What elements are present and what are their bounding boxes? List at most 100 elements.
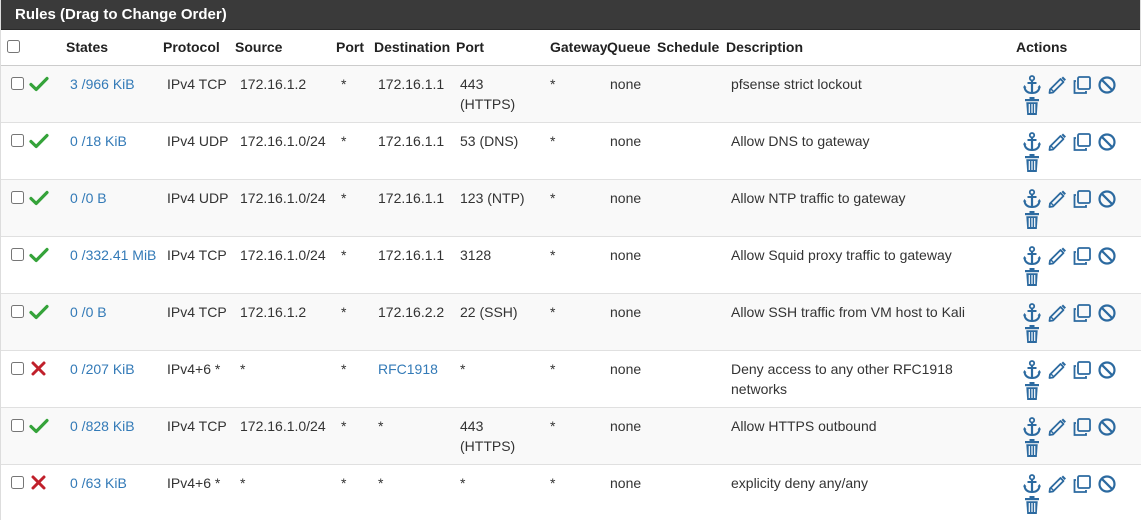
copy-icon[interactable] [1072,132,1092,152]
states-link[interactable]: 0 /828 KiB [70,418,135,434]
select-all-checkbox[interactable] [7,40,20,53]
pencil-icon[interactable] [1047,132,1067,152]
states-link[interactable]: 0 /332.41 MiB [70,247,156,263]
protocol-cell: IPv4 TCP [167,76,227,92]
copy-icon[interactable] [1072,189,1092,209]
states-link[interactable]: 3 /966 KiB [70,76,135,92]
queue-cell: none [610,133,642,149]
destination-cell: 172.16.1.1 [378,247,445,263]
description-cell: Allow Squid proxy traffic to gateway [731,247,952,263]
source-port-cell: * [341,304,347,320]
rule-checkbox[interactable] [11,191,24,204]
disable-icon[interactable] [1097,132,1117,152]
destination-cell: 172.16.2.2 [378,304,445,320]
pencil-icon[interactable] [1047,360,1067,380]
copy-icon[interactable] [1072,417,1092,437]
col-source: Source [235,30,336,66]
rule-row[interactable]: 3 /966 KiB IPv4 TCP 172.16.1.2 * 172.16.… [1,65,1141,123]
queue-cell: none [610,247,642,263]
pencil-icon[interactable] [1047,189,1067,209]
dest-port-cell: 123 (NTP) [460,190,525,206]
col-schedule: Schedule [657,30,726,66]
schedule-cell [657,465,726,522]
states-link[interactable]: 0 /63 KiB [70,475,127,491]
copy-icon[interactable] [1072,474,1092,494]
disable-icon[interactable] [1097,189,1117,209]
rule-checkbox[interactable] [11,77,24,90]
trash-icon[interactable] [1022,210,1126,230]
rule-row[interactable]: 0 /0 B IPv4 TCP 172.16.1.2 * 172.16.2.2 … [1,293,1141,351]
anchor-icon[interactable] [1022,246,1042,266]
schedule-cell [657,66,726,123]
rule-checkbox[interactable] [11,362,24,375]
pencil-icon[interactable] [1047,417,1067,437]
dest-port-cell: * [460,475,466,491]
anchor-icon[interactable] [1022,417,1042,437]
description-cell: Allow DNS to gateway [731,133,870,149]
copy-icon[interactable] [1072,360,1092,380]
disable-icon[interactable] [1097,303,1117,323]
queue-cell: none [610,418,642,434]
rule-row[interactable]: 0 /0 B IPv4 UDP 172.16.1.0/24 * 172.16.1… [1,179,1141,237]
queue-cell: none [610,190,642,206]
trash-icon[interactable] [1022,96,1126,116]
anchor-icon[interactable] [1022,303,1042,323]
gateway-cell: * [550,475,556,491]
protocol-cell: IPv4 TCP [167,418,227,434]
disable-icon[interactable] [1097,474,1117,494]
anchor-icon[interactable] [1022,75,1042,95]
trash-icon[interactable] [1022,381,1126,401]
rule-row[interactable]: 0 /18 KiB IPv4 UDP 172.16.1.0/24 * 172.1… [1,122,1141,180]
disable-icon[interactable] [1097,417,1117,437]
trash-icon[interactable] [1022,324,1126,344]
rule-checkbox[interactable] [11,476,24,489]
rule-checkbox[interactable] [11,305,24,318]
rule-checkbox[interactable] [11,134,24,147]
states-link[interactable]: 0 /0 B [70,304,107,320]
source-port-cell: * [341,133,347,149]
rule-checkbox[interactable] [11,248,24,261]
rule-row[interactable]: 0 /207 KiB IPv4+6 * * * RFC1918 * * none… [1,350,1141,408]
states-link[interactable]: 0 /18 KiB [70,133,127,149]
schedule-cell [657,351,726,408]
rule-row[interactable]: 0 /63 KiB IPv4+6 * * * * * * none explic… [1,464,1141,522]
copy-icon[interactable] [1072,246,1092,266]
source-cell: 172.16.1.0/24 [240,418,326,434]
trash-icon[interactable] [1022,438,1126,458]
rules-table: States Protocol Source Port Destination … [1,30,1141,522]
rule-row[interactable]: 0 /332.41 MiB IPv4 TCP 172.16.1.0/24 * 1… [1,236,1141,294]
trash-icon[interactable] [1022,495,1126,515]
x-icon [29,361,49,378]
dest-port-cell: 22 (SSH) [460,304,518,320]
states-link[interactable]: 0 /207 KiB [70,361,135,377]
copy-icon[interactable] [1072,75,1092,95]
disable-icon[interactable] [1097,246,1117,266]
schedule-cell [657,294,726,351]
check-icon [29,76,49,93]
trash-icon[interactable] [1022,153,1126,173]
destination-cell: * [378,475,384,491]
destination-cell[interactable]: RFC1918 [378,361,438,377]
pencil-icon[interactable] [1047,75,1067,95]
gateway-cell: * [550,247,556,263]
description-cell: Allow SSH traffic from VM host to Kali [731,304,965,320]
rule-row[interactable]: 0 /828 KiB IPv4 TCP 172.16.1.0/24 * * 44… [1,407,1141,465]
anchor-icon[interactable] [1022,360,1042,380]
disable-icon[interactable] [1097,360,1117,380]
disable-icon[interactable] [1097,75,1117,95]
protocol-cell: IPv4 TCP [167,304,227,320]
pencil-icon[interactable] [1047,246,1067,266]
pencil-icon[interactable] [1047,303,1067,323]
anchor-icon[interactable] [1022,132,1042,152]
states-link[interactable]: 0 /0 B [70,190,107,206]
source-cell: 172.16.1.2 [240,304,307,320]
check-icon [29,418,49,435]
anchor-icon[interactable] [1022,189,1042,209]
rule-checkbox[interactable] [11,419,24,432]
trash-icon[interactable] [1022,267,1126,287]
anchor-icon[interactable] [1022,474,1042,494]
check-icon [29,304,49,321]
copy-icon[interactable] [1072,303,1092,323]
description-cell: Allow HTTPS outbound [731,418,877,434]
pencil-icon[interactable] [1047,474,1067,494]
